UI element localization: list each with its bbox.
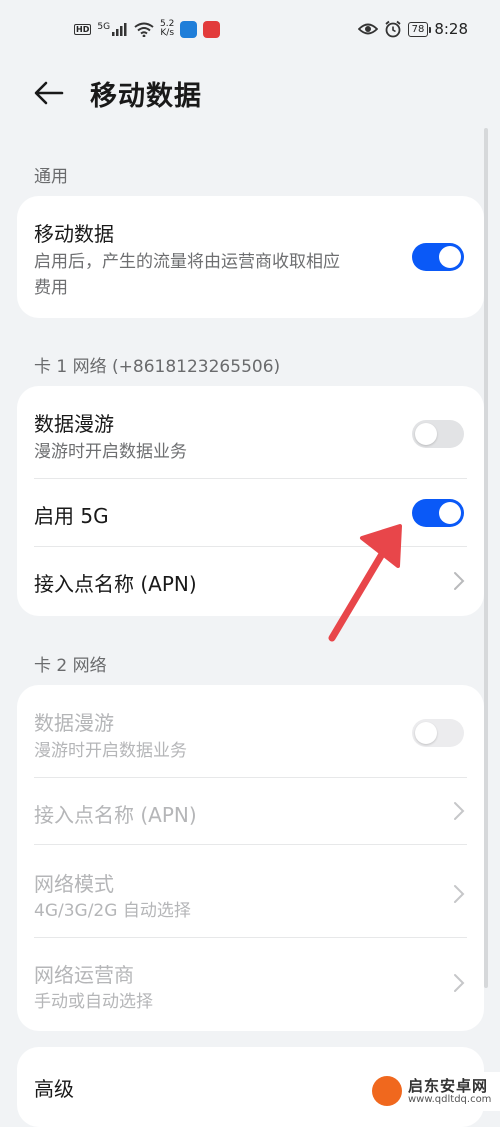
- section-header-sim2: 卡 2 网络: [34, 656, 107, 676]
- sim1-5g-title: 启用 5G: [34, 504, 109, 528]
- hd-badge: HD: [74, 23, 92, 35]
- sim2-carrier-title: 网络运营商: [34, 963, 134, 987]
- sim2-roaming-title: 数据漫游: [34, 711, 114, 735]
- chevron-right-icon: [454, 885, 465, 903]
- sim1-roaming-toggle[interactable]: [412, 420, 464, 448]
- battery-icon: 78: [407, 21, 432, 37]
- toggle-knob: [415, 423, 437, 445]
- sim2-apn-row[interactable]: 接入点名称 (APN): [17, 778, 484, 844]
- sim2-apn-title: 接入点名称 (APN): [34, 803, 197, 827]
- scrollbar[interactable]: [484, 128, 488, 988]
- chevron-right-icon: [454, 974, 465, 992]
- network-speed: 5.2 K/s: [160, 19, 175, 38]
- toggle-knob: [439, 502, 461, 524]
- sim2-carrier-row[interactable]: 网络运营商 手动或自动选择: [17, 938, 484, 1030]
- toggle-knob: [415, 722, 437, 744]
- sim2-roaming-toggle[interactable]: [412, 719, 464, 747]
- chevron-right-icon: [454, 802, 465, 820]
- section-header-general: 通用: [34, 167, 68, 187]
- section-header-sim1: 卡 1 网络 (+8618123265506): [34, 357, 281, 377]
- sim2-roaming-row[interactable]: 数据漫游 漫游时开启数据业务: [17, 685, 484, 777]
- status-bar: HD 5G 5.2 K/s 78 8:28: [0, 0, 500, 64]
- toggle-knob: [439, 246, 461, 268]
- app-notification-icon: [180, 20, 198, 38]
- signal-icon: 5G: [97, 21, 128, 36]
- sim2-carrier-subtitle: 手动或自动选择: [34, 992, 153, 1012]
- sim2-network-mode-subtitle: 4G/3G/2G 自动选择: [34, 901, 191, 921]
- app-notification-icon-red: [203, 20, 221, 38]
- eye-icon: [357, 23, 378, 35]
- sim1-apn-title: 接入点名称 (APN): [34, 572, 197, 596]
- clock: 8:28: [434, 20, 468, 38]
- mobile-data-title: 移动数据: [34, 222, 114, 246]
- watermark-url: www.qdltdq.com: [408, 1094, 492, 1105]
- sim1-roaming-row[interactable]: 数据漫游 漫游时开启数据业务: [17, 386, 484, 478]
- status-right: 78 8:28: [357, 20, 468, 38]
- signal-bars-icon: [112, 22, 127, 36]
- alarm-icon: [385, 20, 401, 38]
- status-left: HD 5G 5.2 K/s: [74, 19, 221, 38]
- chevron-right-icon: [454, 572, 465, 590]
- signal-5g-label: 5G: [97, 21, 111, 32]
- mobile-data-subtitle-line1: 启用后，产生的流量将由运营商收取相应: [34, 252, 340, 272]
- back-arrow-icon[interactable]: [32, 76, 66, 110]
- sim1-roaming-subtitle: 漫游时开启数据业务: [34, 442, 187, 462]
- card-sim2: 数据漫游 漫游时开启数据业务 接入点名称 (APN) 网络模式 4G/3G/2G…: [17, 685, 484, 1031]
- page-title: 移动数据: [90, 81, 202, 112]
- sim2-roaming-subtitle: 漫游时开启数据业务: [34, 741, 187, 761]
- watermark-logo-icon: [372, 1076, 402, 1106]
- sim1-roaming-title: 数据漫游: [34, 412, 114, 436]
- sim2-network-mode-row[interactable]: 网络模式 4G/3G/2G 自动选择: [17, 845, 484, 937]
- sim2-network-mode-title: 网络模式: [34, 872, 114, 896]
- mobile-data-subtitle-line2: 费用: [34, 278, 68, 298]
- wifi-icon: [134, 22, 154, 37]
- card-general: 移动数据 启用后，产生的流量将由运营商收取相应 费用: [17, 196, 484, 318]
- mobile-data-row[interactable]: 移动数据 启用后，产生的流量将由运营商收取相应 费用: [17, 196, 484, 318]
- watermark-title: 启东安卓网: [408, 1077, 489, 1095]
- title-bar: 移动数据: [0, 62, 500, 122]
- mobile-data-toggle[interactable]: [412, 243, 464, 271]
- advanced-title: 高级: [34, 1077, 74, 1101]
- annotation-arrow-icon: [328, 524, 402, 642]
- watermark: 启东安卓网 www.qdltdq.com: [368, 1072, 500, 1111]
